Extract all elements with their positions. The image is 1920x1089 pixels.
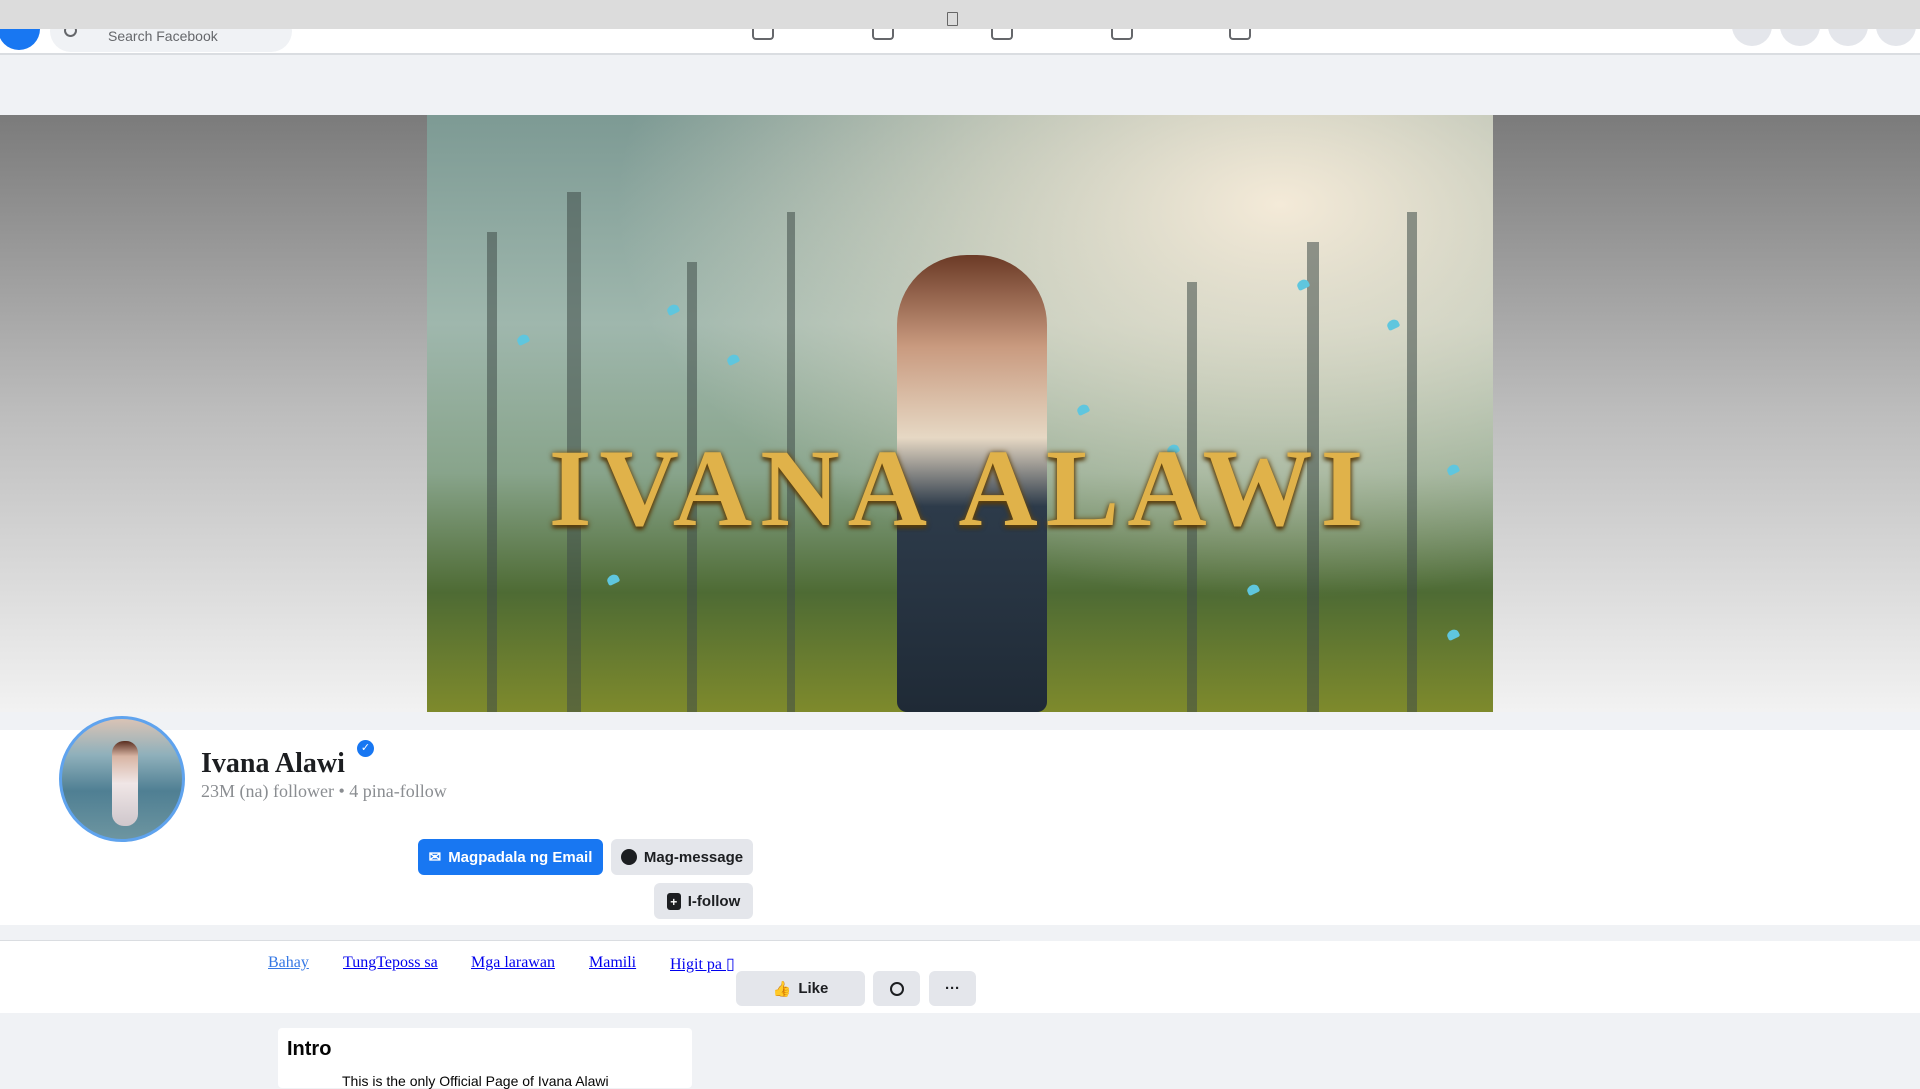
intro-text: This is the only Official Page of Ivana …: [342, 1073, 609, 1089]
thumbs-up-icon: 👍: [772, 980, 792, 998]
search-placeholder: Search Facebook: [108, 28, 218, 44]
browser-top-bar: [0, 0, 1920, 29]
send-email-button[interactable]: ✉ Magpadala ng Email: [418, 839, 603, 875]
messenger-icon: [620, 849, 637, 865]
more-icon: ···: [945, 980, 960, 997]
tab-about[interactable]: TungTeposs sa: [343, 954, 438, 972]
verified-badge-icon: ✓: [357, 740, 374, 757]
tab-photos[interactable]: Mga larawan: [471, 954, 555, 972]
intro-title: Intro: [287, 1038, 332, 1060]
tab-home[interactable]: Bahay: [268, 954, 309, 972]
follower-count: 23M (na) follower • 4 pina-follow: [201, 781, 447, 801]
avatar[interactable]: [59, 716, 185, 842]
page-title: Ivana Alawi: [201, 748, 345, 779]
cover-title: IVANA ALAWI: [548, 427, 1372, 549]
follow-icon: +: [666, 892, 681, 910]
follow-button[interactable]: + I-follow: [654, 883, 753, 919]
send-email-label: Magpadala ng Email: [448, 848, 593, 866]
document-icon: [947, 12, 958, 26]
like-button[interactable]: 👍 Like: [736, 971, 865, 1006]
message-label: Mag-message: [643, 848, 744, 866]
search-page-button[interactable]: [873, 971, 920, 1006]
message-button[interactable]: Mag-message: [611, 839, 753, 875]
like-label: Like: [798, 980, 829, 997]
intro-card: Intro This is the only Official Page of …: [278, 1028, 692, 1089]
search-icon: [889, 981, 904, 996]
more-options-button[interactable]: ···: [929, 971, 976, 1006]
follow-label: I-follow: [687, 892, 741, 910]
cover-photo[interactable]: IVANA ALAWI: [427, 115, 1493, 712]
tab-more[interactable]: Higit pa ▯: [670, 954, 735, 974]
tab-shop[interactable]: Mamili: [589, 954, 636, 972]
envelope-icon: ✉: [428, 849, 442, 866]
